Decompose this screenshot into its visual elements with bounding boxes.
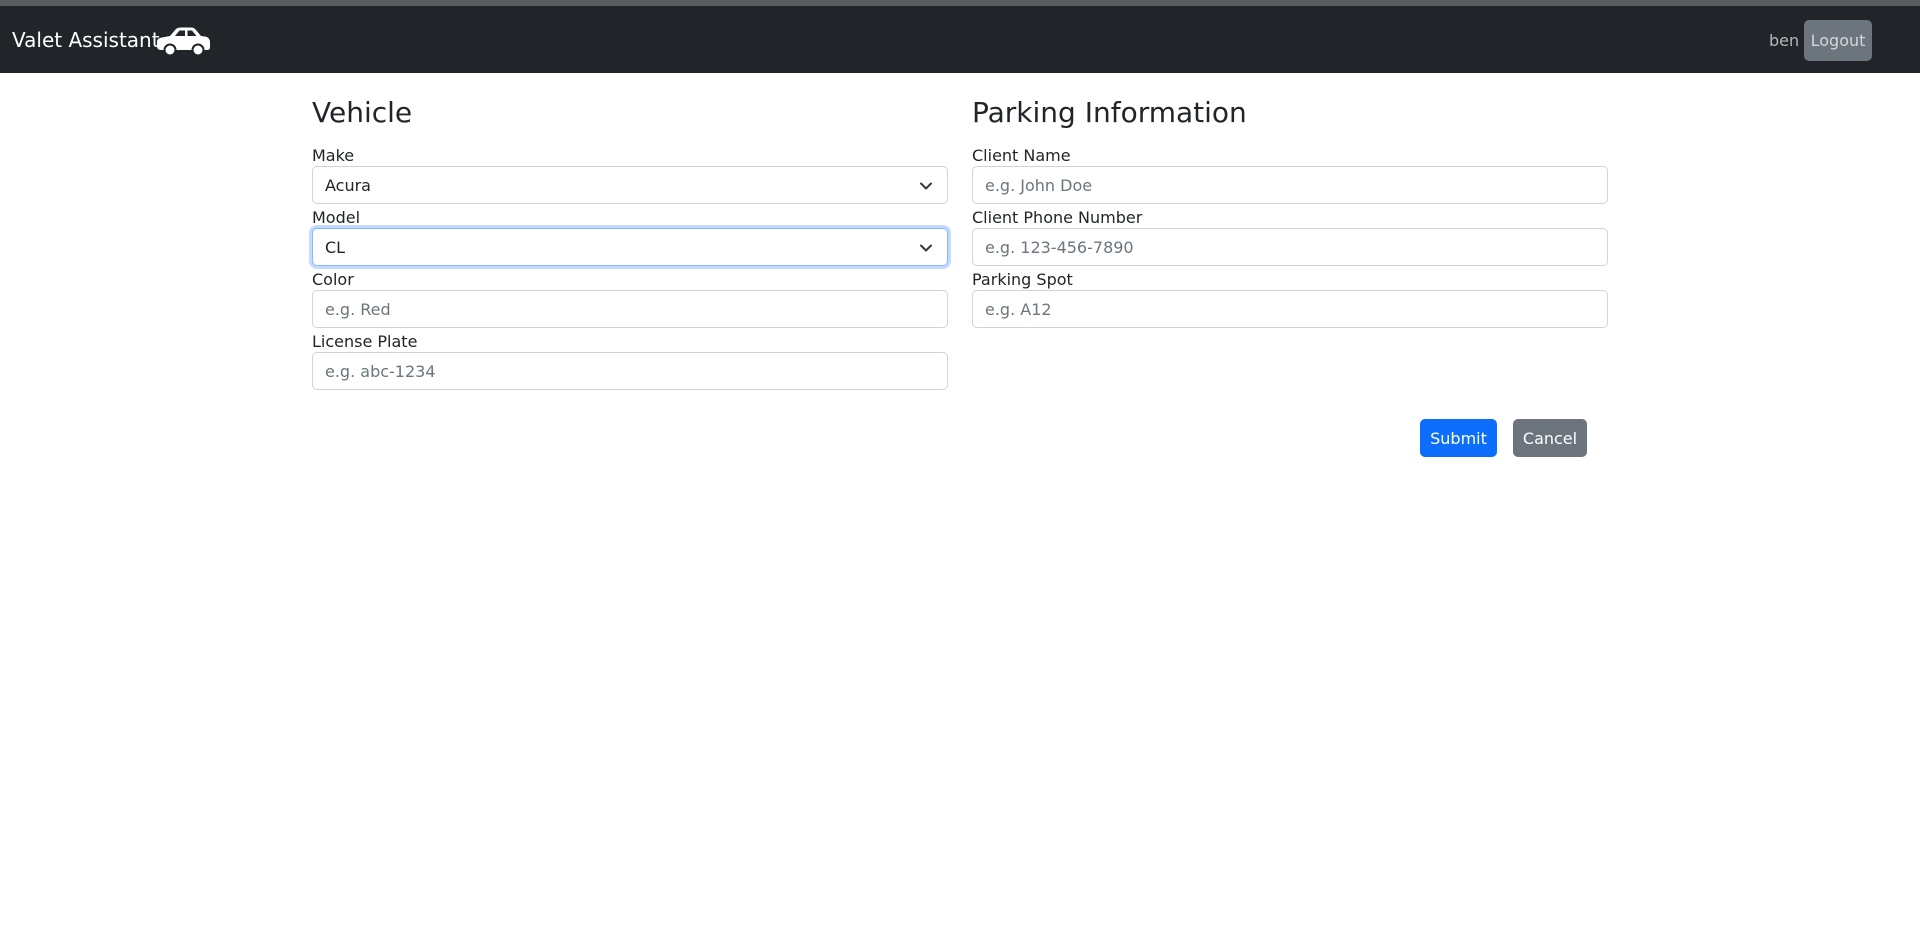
cancel-button[interactable]: Cancel [1513, 419, 1587, 457]
license-plate-placeholder: e.g. abc-1234 [325, 361, 436, 381]
make-selected-value: Acura [325, 175, 371, 195]
license-plate-input[interactable]: e.g. abc-1234 [312, 352, 948, 390]
logout-button[interactable]: Logout [1804, 20, 1872, 61]
chevron-down-icon [920, 244, 932, 252]
client-name-input[interactable]: e.g. John Doe [972, 166, 1608, 204]
parking-section-title: Parking Information [972, 96, 1247, 129]
model-selected-value: CL [325, 237, 346, 257]
current-username: ben [1769, 31, 1800, 50]
client-name-label: Client Name [972, 146, 1071, 165]
model-select[interactable]: CL [312, 228, 948, 266]
parking-spot-label: Parking Spot [972, 270, 1073, 289]
parking-spot-placeholder: e.g. A12 [985, 299, 1052, 319]
brand-title[interactable]: Valet Assistant [12, 28, 160, 52]
client-phone-placeholder: e.g. 123-456-7890 [985, 237, 1134, 257]
make-select[interactable]: Acura [312, 166, 948, 204]
parking-spot-input[interactable]: e.g. A12 [972, 290, 1608, 328]
chevron-down-icon [920, 182, 932, 190]
client-phone-input[interactable]: e.g. 123-456-7890 [972, 228, 1608, 266]
color-label: Color [312, 270, 354, 289]
parking-section: Parking Information Client Name e.g. Joh… [972, 96, 1608, 332]
client-name-placeholder: e.g. John Doe [985, 175, 1093, 195]
color-input[interactable]: e.g. Red [312, 290, 948, 328]
client-phone-label: Client Phone Number [972, 208, 1143, 227]
model-label: Model [312, 208, 361, 227]
vehicle-section-title: Vehicle [312, 96, 413, 129]
navbar: Valet Assistant ben Logout [0, 6, 1920, 73]
vehicle-section: Vehicle Make Acura Model CL Color e.g. R… [312, 96, 948, 394]
make-label: Make [312, 146, 355, 165]
color-placeholder: e.g. Red [325, 299, 391, 319]
submit-button[interactable]: Submit [1420, 419, 1497, 457]
car-icon [157, 27, 210, 57]
license-plate-label: License Plate [312, 332, 418, 351]
